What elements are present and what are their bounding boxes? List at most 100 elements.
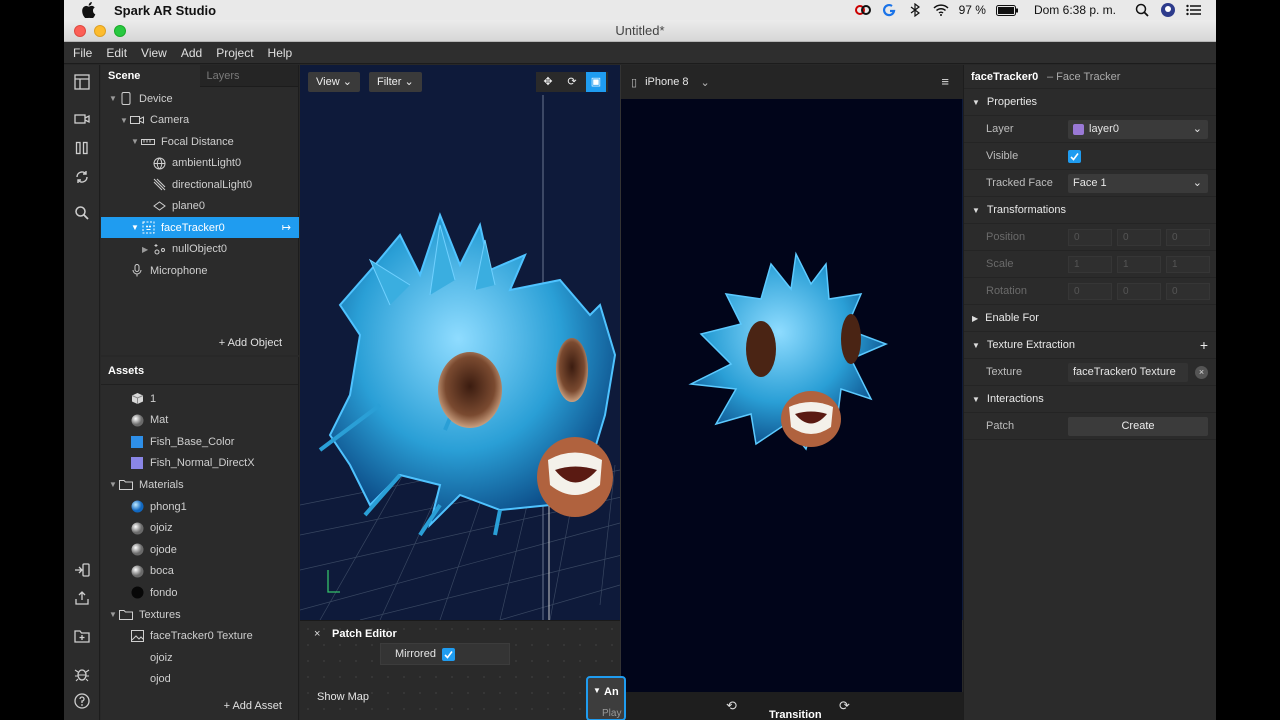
view-menu-button[interactable]: View ⌄ (308, 72, 360, 92)
position-z-field[interactable]: 0 (1166, 228, 1210, 246)
collapse-arrow-icon[interactable]: ▼ (131, 223, 141, 232)
asset-item[interactable]: phong1 (101, 496, 299, 517)
rotation-x-field[interactable]: 0 (1068, 282, 1112, 300)
restart-icon[interactable] (73, 168, 91, 186)
tab-scene[interactable]: Scene (101, 65, 200, 87)
chevron-down-icon[interactable]: ⌄ (701, 76, 710, 89)
collapse-arrow-icon[interactable]: ▼ (131, 137, 141, 146)
search-icon[interactable] (73, 204, 91, 222)
menu-add[interactable]: Add (181, 46, 202, 60)
scene-tree-item[interactable]: ▼ Focal Distance (101, 131, 299, 152)
device-selector[interactable]: iPhone 8 (645, 76, 688, 88)
add-object-button[interactable]: + Add Object (219, 337, 282, 349)
scene-tree-item[interactable]: ▶ nullObject0 (101, 239, 299, 260)
hamburger-menu-icon[interactable]: ≡ (941, 74, 949, 89)
asset-item[interactable]: boca (101, 561, 299, 582)
section-texture-extraction[interactable]: ▼ Texture Extraction (972, 339, 1075, 351)
scale-z-field[interactable]: 1 (1166, 255, 1210, 273)
asset-item[interactable]: Mat (101, 410, 299, 431)
add-texture-icon[interactable]: + (1200, 337, 1208, 353)
layout-icon[interactable] (73, 73, 91, 91)
asset-item[interactable]: ojoiz (101, 518, 299, 539)
section-properties[interactable]: ▼ Properties (972, 96, 1037, 108)
scene-tree-item[interactable]: ▼ Device (101, 88, 299, 109)
upload-icon[interactable] (73, 589, 91, 607)
user-avatar-icon[interactable] (1160, 2, 1176, 18)
scene-tree-item[interactable]: ▼ faceTracker0 ↦ (101, 217, 299, 238)
scale-x-field[interactable]: 1 (1068, 255, 1112, 273)
move-tool-icon[interactable]: ✥ (538, 72, 558, 92)
send-to-device-icon[interactable] (73, 561, 91, 579)
tracked-face-dropdown[interactable]: Face 1 ⌄ (1068, 173, 1208, 193)
scene-tree-item[interactable]: ▼ Camera (101, 110, 299, 131)
layer-dropdown[interactable]: layer0 ⌄ (1068, 119, 1208, 139)
asset-item[interactable]: ojode (101, 539, 299, 560)
expand-arrow-icon[interactable]: ▶ (142, 245, 152, 254)
menu-project[interactable]: Project (216, 46, 253, 60)
battery-icon[interactable] (995, 2, 1018, 18)
collapse-arrow-icon[interactable]: ▼ (109, 94, 119, 103)
logitech-icon[interactable] (881, 2, 897, 18)
asset-item[interactable]: ojod (101, 669, 299, 690)
create-patch-button[interactable]: Create (1068, 416, 1208, 436)
remove-texture-icon[interactable]: × (1195, 365, 1208, 379)
scene-tree-item[interactable]: plane0 (101, 196, 299, 217)
animation-node[interactable]: An ▼ Play (586, 676, 626, 720)
show-map-button[interactable]: Show Map (317, 691, 369, 703)
tab-layers[interactable]: Layers (200, 65, 299, 87)
video-camera-icon[interactable] (73, 110, 91, 128)
section-interactions[interactable]: ▼ Interactions (972, 393, 1044, 405)
bluetooth-icon[interactable] (907, 2, 923, 18)
scale-y-field[interactable]: 1 (1117, 255, 1161, 273)
asset-item[interactable]: ▼ Textures (101, 604, 299, 625)
apple-icon[interactable] (82, 2, 98, 19)
asset-item[interactable]: fondo (101, 582, 299, 603)
menu-edit[interactable]: Edit (106, 46, 127, 60)
asset-item[interactable]: 1 (101, 388, 299, 409)
asset-item[interactable]: ojoiz (101, 647, 299, 668)
wifi-icon[interactable] (933, 2, 949, 18)
asset-item[interactable]: Fish_Normal_DirectX (101, 453, 299, 474)
pause-layout-icon[interactable] (73, 139, 91, 157)
attach-arrow-icon[interactable]: ↦ (282, 221, 291, 234)
mirrored-node[interactable]: Mirrored (380, 643, 510, 665)
visible-checkbox[interactable] (1068, 149, 1081, 163)
transition-node-label[interactable]: Transition (769, 709, 822, 720)
app-name-menu[interactable]: Spark AR Studio (114, 3, 216, 18)
fish-model[interactable] (318, 212, 617, 537)
scene-tree-item[interactable]: directionalLight0 (101, 174, 299, 195)
section-transformations[interactable]: ▼ Transformations (972, 204, 1066, 216)
collapse-arrow-icon[interactable]: ▼ (109, 480, 119, 489)
texture-field[interactable]: faceTracker0 Texture (1068, 362, 1188, 382)
section-enable-for[interactable]: ▶ Enable For (972, 312, 1039, 324)
asset-item[interactable]: ▼ Materials (101, 474, 299, 495)
add-folder-icon[interactable] (73, 627, 91, 645)
rotate-tool-icon[interactable]: ⟳ (562, 72, 582, 92)
position-y-field[interactable]: 0 (1117, 228, 1161, 246)
help-icon[interactable] (73, 692, 91, 710)
menu-file[interactable]: File (73, 46, 92, 60)
restart-preview-icon[interactable]: ⟳ (839, 698, 850, 714)
scene-tree-item[interactable]: ambientLight0 (101, 153, 299, 174)
spotlight-search-icon[interactable] (1134, 2, 1150, 18)
patch-editor[interactable]: × Patch Editor Mirrored Show Map An ▼ Pl… (300, 620, 626, 720)
scale-tool-icon[interactable]: ▣ (586, 72, 606, 92)
menubar-clock[interactable]: Dom 6:38 p. m. (1034, 3, 1116, 17)
filter-menu-button[interactable]: Filter ⌄ (369, 72, 422, 92)
rotate-device-icon[interactable]: ⟲ (726, 698, 737, 714)
add-asset-button[interactable]: + Add Asset (224, 700, 282, 712)
close-icon[interactable]: × (314, 628, 320, 640)
scene-tree-item[interactable]: Microphone (101, 260, 299, 281)
rotation-z-field[interactable]: 0 (1166, 282, 1210, 300)
menu-help[interactable]: Help (268, 46, 293, 60)
menu-view[interactable]: View (141, 46, 167, 60)
creative-cloud-icon[interactable] (854, 2, 871, 18)
bug-report-icon[interactable] (73, 665, 91, 683)
collapse-arrow-icon[interactable]: ▼ (109, 610, 119, 619)
position-x-field[interactable]: 0 (1068, 228, 1112, 246)
rotation-y-field[interactable]: 0 (1117, 282, 1161, 300)
asset-item[interactable]: Fish_Base_Color (101, 431, 299, 452)
notification-center-icon[interactable] (1186, 2, 1202, 18)
collapse-arrow-icon[interactable]: ▼ (120, 116, 130, 125)
mirrored-checkbox[interactable] (441, 647, 455, 661)
